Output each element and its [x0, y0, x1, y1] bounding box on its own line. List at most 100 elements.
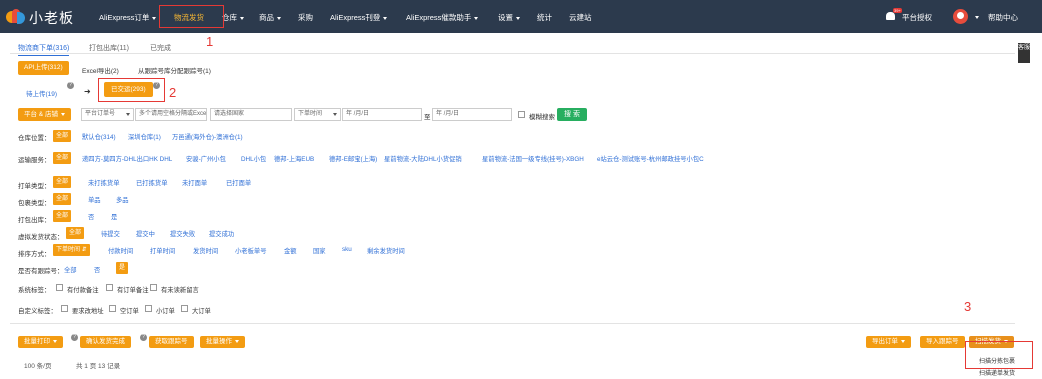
- has-tracking-active-chip[interactable]: 是: [116, 262, 129, 274]
- sort-option[interactable]: 付款时间: [108, 246, 133, 255]
- help-icon[interactable]: ?: [67, 82, 74, 89]
- time-type-select[interactable]: 下单时间: [294, 108, 341, 121]
- shipping-option[interactable]: e站云仓-测试账号-杭州邮政挂号小包C: [597, 154, 704, 163]
- warehouse-option[interactable]: 默认仓(314): [82, 132, 116, 141]
- nav-statistics[interactable]: 统计: [537, 12, 552, 23]
- help-icon[interactable]: ?: [140, 334, 147, 341]
- custom-tag-checkbox[interactable]: [109, 305, 116, 312]
- tab-pack-out[interactable]: 打包出库(11): [89, 43, 129, 53]
- print-type-label: 打单类型：: [18, 183, 51, 190]
- custom-tag-label: 小订单: [156, 308, 175, 315]
- sort-active-chip[interactable]: 下单时间 ⇵: [53, 244, 90, 256]
- virtual-ship-option[interactable]: 提交成功: [209, 229, 234, 238]
- batch-print-button[interactable]: 批量打印: [18, 336, 63, 348]
- keyword-input[interactable]: 多个请用空格分隔或Excel: [135, 108, 207, 121]
- warehouse-all-chip[interactable]: 全部: [53, 130, 72, 142]
- per-page-select[interactable]: 100 条/页: [24, 360, 58, 370]
- nav-aliexpress-orders[interactable]: AliExpress订单: [99, 12, 156, 23]
- tab-carrier-order[interactable]: 物流商下单(316): [18, 43, 70, 56]
- tag-checkbox[interactable]: [150, 284, 157, 291]
- print-type-all-chip[interactable]: 全部: [53, 176, 72, 188]
- package-type-option[interactable]: 单品: [88, 195, 101, 204]
- shipping-option[interactable]: 安骏-广州小包: [186, 154, 226, 163]
- virtual-ship-option[interactable]: 待提交: [101, 229, 120, 238]
- search-type-select[interactable]: 平台订单号: [81, 108, 134, 121]
- nav-aliexpress-listing[interactable]: AliExpress刊登: [330, 12, 387, 23]
- virtual-ship-option[interactable]: 提交中: [136, 229, 155, 238]
- platform-store-button[interactable]: 平台 & 店铺: [18, 108, 71, 121]
- logo-icon[interactable]: [6, 7, 26, 27]
- sort-option[interactable]: 金额: [284, 246, 297, 255]
- out-stock-option[interactable]: 是: [111, 212, 117, 221]
- warehouse-option[interactable]: 万邑通(海外仓)-澳洲仓(1): [172, 132, 243, 141]
- platform-auth-link[interactable]: 平台授权: [902, 12, 932, 23]
- nav-purchase[interactable]: 采购: [298, 12, 313, 23]
- tabs-divider: [10, 53, 1015, 54]
- custom-tag-checkbox[interactable]: [145, 305, 152, 312]
- nav-payment-reminder[interactable]: AliExpress催款助手: [406, 12, 478, 23]
- tag-label: 有付款备注: [67, 287, 99, 294]
- custom-tag-label: 空订单: [120, 308, 139, 315]
- shipping-option[interactable]: 星前物流-大陆DHL小货促销: [384, 154, 462, 163]
- package-type-all-chip[interactable]: 全部: [53, 193, 72, 205]
- package-type-option[interactable]: 多品: [116, 195, 129, 204]
- has-tracking-option[interactable]: 全部: [64, 265, 77, 274]
- shipping-option[interactable]: 德邦-E邮宝(上海): [329, 154, 377, 163]
- scan-sort-package-item[interactable]: 扫描分拣包裹: [979, 356, 1015, 365]
- scan-deliver-ship-item[interactable]: 扫描递单发货: [979, 368, 1015, 377]
- batch-operations-button[interactable]: 批量操作: [200, 336, 245, 348]
- search-button[interactable]: 搜 索: [557, 108, 587, 121]
- shipping-option[interactable]: DHL小包: [241, 154, 266, 163]
- get-tracking-button[interactable]: 获取跟踪号: [149, 336, 194, 348]
- nav-settings[interactable]: 设置: [498, 12, 520, 23]
- shipping-option[interactable]: 德邦-上海EUB: [274, 154, 314, 163]
- help-center-link[interactable]: 帮助中心: [988, 12, 1018, 23]
- nav-site-builder[interactable]: 云建站: [569, 12, 592, 23]
- sort-option[interactable]: 打单时间: [150, 246, 175, 255]
- sort-option[interactable]: 剩余发货时间: [367, 246, 405, 255]
- sort-option[interactable]: 国家: [313, 246, 326, 255]
- shipping-all-chip[interactable]: 全部: [53, 152, 72, 164]
- subtab-api-upload[interactable]: API上传(312): [18, 61, 69, 75]
- print-type-option[interactable]: 未打拣货单: [88, 178, 119, 187]
- print-type-option[interactable]: 已打拣货单: [136, 178, 167, 187]
- tag-checkbox[interactable]: [106, 284, 113, 291]
- sort-option[interactable]: sku: [342, 246, 352, 253]
- customer-service-widget[interactable]: 客服: [1018, 43, 1030, 63]
- print-type-option[interactable]: 未打面单: [182, 178, 207, 187]
- import-tracking-button[interactable]: 导入跟踪号: [920, 336, 965, 348]
- sort-option[interactable]: 发货时间: [193, 246, 218, 255]
- custom-tag-checkbox[interactable]: [181, 305, 188, 312]
- shipping-option[interactable]: 递四方-莫四方-DHL出口HK DHL: [82, 154, 172, 163]
- tag-checkbox[interactable]: [56, 284, 63, 291]
- nav-products[interactable]: 商品: [259, 12, 281, 23]
- user-menu-caret[interactable]: [972, 12, 978, 21]
- out-stock-all-chip[interactable]: 全部: [53, 210, 72, 222]
- brand-name[interactable]: 小老板: [29, 8, 74, 28]
- subtab-excel-export[interactable]: Excel导出(2): [82, 65, 119, 75]
- shipping-option[interactable]: 星前物流-法国一级专线(挂号)-XBGH: [482, 154, 584, 163]
- out-stock-option[interactable]: 否: [88, 212, 94, 221]
- virtual-ship-option[interactable]: 提交失败: [170, 229, 195, 238]
- top-navbar: 小老板 AliExpress订单 物流发货 仓库 商品 采购 AliExpres…: [0, 0, 1042, 33]
- fuzzy-search-label: 模糊搜索: [529, 114, 555, 121]
- fuzzy-search-checkbox[interactable]: [518, 111, 525, 118]
- subtab-tracking-library[interactable]: 从跟踪号库分配跟踪号(1): [138, 65, 211, 75]
- print-type-option[interactable]: 已打面单: [226, 178, 251, 187]
- date-to-input[interactable]: 年 /月/日: [432, 108, 512, 121]
- custom-tag-checkbox[interactable]: [61, 305, 68, 312]
- avatar[interactable]: [953, 9, 968, 24]
- virtual-ship-all-chip[interactable]: 全部: [66, 227, 85, 239]
- nav-warehouse[interactable]: 仓库: [222, 12, 244, 23]
- export-orders-button[interactable]: 导出订单: [866, 336, 911, 348]
- tab-completed[interactable]: 已完成: [150, 43, 171, 53]
- has-tracking-option[interactable]: 否: [94, 265, 100, 274]
- sort-option[interactable]: 小老板单号: [235, 246, 266, 255]
- bell-icon[interactable]: [886, 12, 895, 20]
- country-input[interactable]: 请选择国家: [210, 108, 292, 121]
- help-icon[interactable]: ?: [71, 334, 78, 341]
- warehouse-option[interactable]: 深圳仓库(1): [128, 132, 161, 141]
- pending-upload-link[interactable]: 待上传(19): [26, 88, 57, 98]
- date-from-input[interactable]: 年 /月/日: [342, 108, 422, 121]
- confirm-ship-button[interactable]: 确认发货完成: [80, 336, 131, 348]
